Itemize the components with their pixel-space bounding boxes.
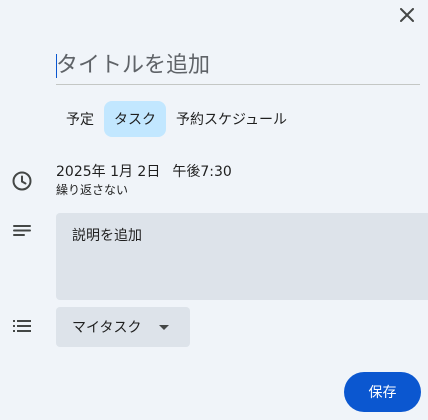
title-input[interactable] xyxy=(56,48,420,82)
datetime-block: 2025年 1月 2日 午後7:30 繰り返さない xyxy=(56,163,244,198)
list-icon xyxy=(13,320,31,332)
task-list-dropdown[interactable]: マイタスク xyxy=(56,307,190,347)
close-icon xyxy=(400,8,414,22)
clock-icon xyxy=(12,171,32,191)
tab-task[interactable]: タスク xyxy=(104,101,166,137)
datetime-value[interactable]: 2025年 1月 2日 午後7:30 xyxy=(56,163,244,181)
close-button[interactable] xyxy=(395,3,419,27)
date-value[interactable]: 2025年 1月 2日 xyxy=(56,164,160,180)
event-type-tabs: 予定 タスク 予約スケジュール xyxy=(56,101,297,137)
repeat-setting[interactable]: 繰り返さない xyxy=(56,182,244,198)
task-list-value: マイタスク xyxy=(72,320,142,336)
save-button[interactable]: 保存 xyxy=(344,372,421,412)
text-cursor xyxy=(56,54,57,78)
tab-appointment-schedule[interactable]: 予約スケジュール xyxy=(166,101,297,137)
description-input[interactable] xyxy=(56,213,428,300)
description-field[interactable] xyxy=(56,213,428,300)
tab-event[interactable]: 予定 xyxy=(56,101,104,137)
chevron-down-icon xyxy=(159,324,170,330)
notes-icon xyxy=(13,225,31,236)
title-field[interactable] xyxy=(56,48,420,85)
time-value[interactable]: 午後7:30 xyxy=(172,164,231,180)
